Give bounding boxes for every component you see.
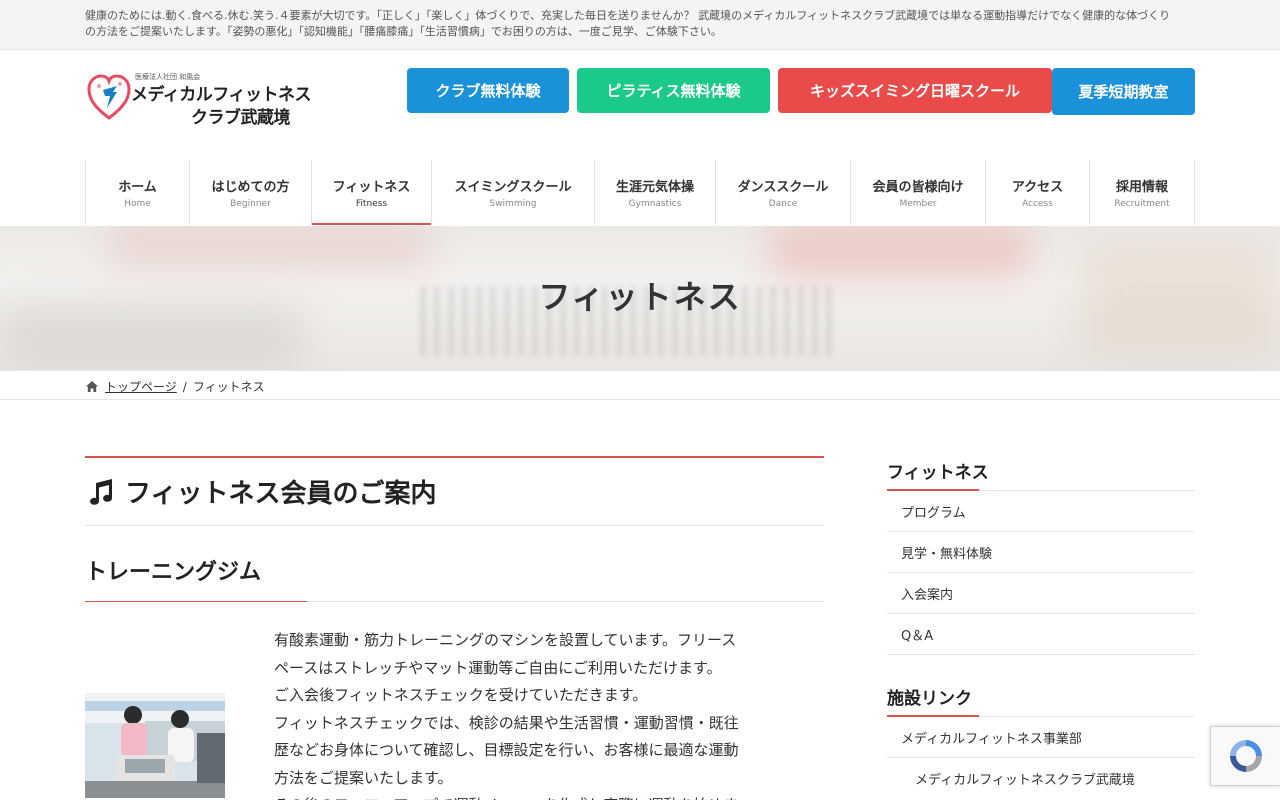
site-logo[interactable]: 医療法人社団 和風会 メディカルフィットネス クラブ武蔵境 xyxy=(85,68,311,128)
page-hero: フィットネス xyxy=(0,226,1280,370)
sidebar-item-qa[interactable]: Q＆A xyxy=(887,614,1195,655)
nav-label-en: Swimming xyxy=(489,199,537,209)
sidebar-item-enrollment[interactable]: 入会案内 xyxy=(887,573,1195,614)
nav-item-member[interactable]: 会員の皆様向け Member xyxy=(851,160,986,225)
nav-item-gymnastics[interactable]: 生涯元気体操 Gymnastics xyxy=(595,160,716,225)
sidebar-subitem-club-musashisakai[interactable]: メディカルフィットネスクラブ武蔵境 xyxy=(887,758,1195,799)
paragraph-line: ご入会後フィットネスチェックを受けていただきます。 xyxy=(274,686,648,704)
home-icon xyxy=(86,381,98,392)
sidebar-heading-fitness: フィットネス xyxy=(887,456,1195,491)
sidebar-heading-facilities: 施設リンク xyxy=(887,682,1195,717)
paragraph-line: 有酸素運動・筋力トレーニングのマシンを設置しています。フリース xyxy=(274,631,737,649)
main-content: フィットネス会員のご案内 トレーニングジム 有酸素運動・筋力トレーニングのマシン… xyxy=(85,456,824,800)
paragraph-line: フィットネスチェックでは、検診の結果や生活習慣・運動習慣・既往 xyxy=(274,713,739,732)
top-info-message: 健康のためには.動く.食べる.休む.笑う.４要素が大切です。「正しく」「楽しく」… xyxy=(85,9,1171,38)
sidebar-item-trial[interactable]: 見学・無料体験 xyxy=(887,532,1195,573)
nav-label-en: Gymnastics xyxy=(628,199,682,209)
nav-label-jp: 採用情報 xyxy=(1115,180,1168,195)
nav-label-en: Access xyxy=(1022,199,1053,209)
free-trial-club-button[interactable]: クラブ無料体験 xyxy=(407,68,569,113)
recaptcha-badge[interactable] xyxy=(1210,726,1280,786)
free-trial-pilates-button[interactable]: ピラティス無料体験 xyxy=(577,68,770,113)
nav-label-jp: 会員の皆様向け xyxy=(872,180,964,195)
logo-title-line1: メディカルフィットネス xyxy=(131,85,311,105)
nav-label-jp: アクセス xyxy=(1011,180,1064,195)
nav-item-access[interactable]: アクセス Access xyxy=(986,160,1090,225)
nav-label-en: Beginner xyxy=(230,199,271,209)
gym-photo xyxy=(85,693,225,798)
nav-label-jp: スイミングスクール xyxy=(454,180,572,195)
music-note-icon xyxy=(90,478,113,505)
heart-logo-icon xyxy=(87,74,131,120)
paragraph-line: その後のフォローアップで運動メニューを作成し実際に運動を始めま xyxy=(274,792,774,800)
nav-label-en: Fitness xyxy=(355,199,388,209)
breadcrumb-current: フィットネス xyxy=(192,380,265,394)
nav-label-jp: フィットネス xyxy=(332,180,411,195)
nav-label-en: Dance xyxy=(768,199,798,209)
nav-label-en: Home xyxy=(124,199,151,209)
section-heading-text: フィットネス会員のご案内 xyxy=(125,479,437,509)
nav-label-jp: ダンススクール xyxy=(737,180,829,195)
logo-title-line2: クラブ武蔵境 xyxy=(191,108,291,128)
summer-short-course-button[interactable]: 夏季短期教室 xyxy=(1052,68,1195,115)
paragraph-line: 方法をご提案いたします。 xyxy=(274,768,453,787)
nav-label-jp: ホーム xyxy=(118,180,157,195)
sidebar: フィットネス プログラム 見学・無料体験 入会案内 Q＆A 施設リンク メディカ… xyxy=(887,456,1195,799)
nav-label-jp: はじめての方 xyxy=(211,180,290,195)
global-nav: ホーム Home はじめての方 Beginner フィットネス Fitness … xyxy=(85,160,1195,225)
sidebar-item-medical-fitness-dept[interactable]: メディカルフィットネス事業部 xyxy=(887,717,1195,758)
nav-item-home[interactable]: ホーム Home xyxy=(86,160,190,225)
breadcrumb-separator: / xyxy=(182,379,187,394)
intro-paragraph: 有酸素運動・筋力トレーニングのマシンを設置しています。フリース ペースはストレッ… xyxy=(274,627,774,800)
sidebar-item-program[interactable]: プログラム xyxy=(887,491,1195,532)
sub-heading-text: トレーニングジム xyxy=(85,559,262,585)
top-info-bar: 健康のためには.動く.食べる.休む.笑う.４要素が大切です。「正しく」「楽しく」… xyxy=(0,0,1280,50)
nav-item-fitness[interactable]: フィットネス Fitness xyxy=(312,160,432,225)
kids-swimming-sunday-button[interactable]: キッズスイミング日曜スクール xyxy=(778,68,1052,113)
sub-heading: トレーニングジム xyxy=(85,554,824,602)
nav-label-en: Member xyxy=(899,199,937,209)
paragraph-line: ペースはストレッチやマット運動等ご自由にご利用いただけます。 xyxy=(274,658,722,677)
hero-background-image xyxy=(110,226,430,266)
breadcrumb: トップページ / フィットネス xyxy=(0,370,1280,400)
page-title: フィットネス xyxy=(538,278,742,316)
breadcrumb-home-link[interactable]: トップページ xyxy=(105,378,177,395)
nav-item-beginner[interactable]: はじめての方 Beginner xyxy=(190,160,312,225)
nav-item-dance[interactable]: ダンススクール Dance xyxy=(716,160,851,225)
section-heading: フィットネス会員のご案内 xyxy=(85,456,824,526)
recaptcha-icon xyxy=(1229,740,1262,772)
paragraph-line: 歴などお身体について確認し、目標設定を行い、お客様に最適な運動 xyxy=(274,741,739,759)
nav-label-en: Recruitment xyxy=(1114,199,1170,209)
nav-item-swimming[interactable]: スイミングスクール Swimming xyxy=(432,160,595,225)
nav-item-recruitment[interactable]: 採用情報 Recruitment xyxy=(1090,160,1195,225)
nav-label-jp: 生涯元気体操 xyxy=(615,180,694,195)
